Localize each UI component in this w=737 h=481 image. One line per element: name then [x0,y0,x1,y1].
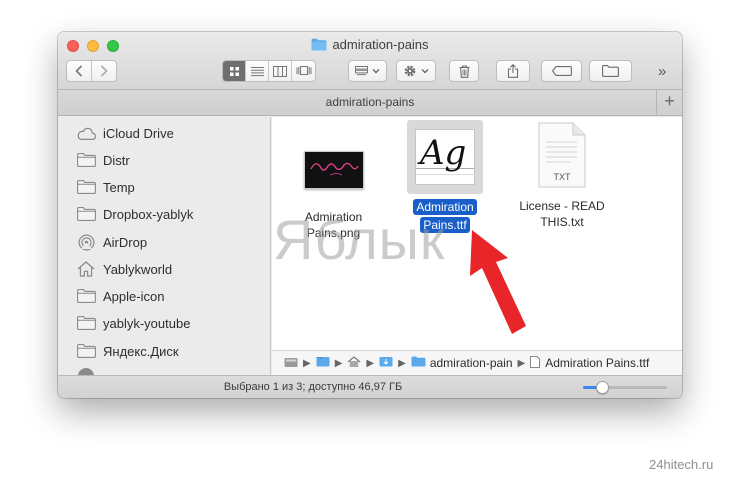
chevron-right-icon [100,65,108,77]
list-view-button[interactable] [246,61,269,81]
gear-icon [404,65,416,77]
arrange-button[interactable] [348,60,387,82]
nav-buttons [66,60,117,82]
folder-icon [76,178,96,196]
arrange-icon [355,66,368,76]
tags-button[interactable] [541,60,582,82]
sidebar-item-label: Temp [103,179,135,195]
sidebar-item-yablykworld[interactable]: Yablykworld [76,258,172,280]
delete-button[interactable] [449,60,479,82]
airdrop-icon [76,233,96,251]
action-button[interactable] [396,60,436,82]
chevron-down-icon [421,69,429,74]
red-arrow-annotation [470,230,526,334]
folder-outline-icon [602,65,619,77]
sidebar-item-label: iCloud Drive [103,125,174,141]
sidebar-item-label: Distr [103,152,130,168]
sidebar-item-label: Yablykworld [103,261,173,277]
font-preview-card: Ag [415,129,475,185]
new-folder-button[interactable] [589,60,632,82]
path-file-label[interactable]: Admiration Pains.ttf [545,356,649,370]
sidebar-partial-item-icon [78,368,94,375]
home-icon[interactable] [347,355,361,371]
coverflow-view-button[interactable] [292,61,315,81]
coverflow-icon [296,65,311,75]
grid-icon [229,66,239,76]
png-thumbnail [303,151,364,189]
sidebar-item-label: Яндекс.Диск [103,343,179,359]
sidebar-item-temp[interactable]: Temp [76,176,135,198]
file-icon [530,355,541,371]
font-thumbnail: Ag [407,120,483,194]
file-type-label: TXT [553,172,571,182]
chevron-down-icon [372,69,380,74]
title-bar: admiration-pains » [58,32,682,90]
chevron-left-icon [75,65,82,77]
window-title: admiration-pains [58,37,682,54]
list-icon [250,66,264,76]
folder-icon [76,342,96,360]
sidebar-item-label: AirDrop [103,234,148,250]
folder-icon [76,287,96,305]
folder-icon [76,314,96,332]
view-mode-control [222,60,316,82]
folder-icon [76,151,96,169]
sidebar-item-airdrop[interactable]: AirDrop [76,231,147,253]
sidebar-item-icloud-drive[interactable]: iCloud Drive [76,122,174,144]
column-view-button[interactable] [269,61,292,81]
sidebar-item-label: Dropbox-yablyk [103,206,194,222]
toolbar-overflow-button[interactable]: » [658,63,666,80]
watermark: Яблык [273,208,446,271]
font-sample-text: Ag [420,133,467,173]
sidebar-item-dropbox-yablyk[interactable]: Dropbox-yablyk [76,203,193,225]
sidebar-item-distr[interactable]: Distr [76,149,130,171]
share-icon [507,64,519,78]
path-folder-label[interactable]: admiration-pain [430,356,513,370]
file-name: License - READ THIS.txt [519,199,605,229]
forward-button[interactable] [92,61,116,81]
tab-title[interactable]: admiration-pains [326,95,415,109]
sidebar: iCloud Drive Distr Temp Dropbox-yablyk A… [58,117,271,375]
downloads-folder-icon[interactable] [379,356,393,370]
window-title-text: admiration-pains [332,37,429,52]
home-icon [76,260,96,278]
folder-icon [411,356,426,370]
user-folder-icon[interactable] [316,356,330,370]
tab-bar: admiration-pains + [58,90,682,116]
site-credit: 24hitech.ru [649,457,714,472]
sidebar-item-yablyk-youtube[interactable]: yablyk-youtube [76,312,190,334]
columns-icon [273,65,287,77]
sidebar-item-label: Apple-icon [103,288,165,304]
file-item[interactable]: TXT License - READ THIS.txt [507,122,617,230]
trash-icon [459,64,469,78]
path-bar: ▶ ▶ ▶ ▶ admiration-pain ▶ Admiration Pai… [272,350,682,375]
sidebar-item-yandex-disk[interactable]: Яндекс.Диск [76,340,179,362]
folder-icon [311,38,327,54]
status-text: Выбрано 1 из 3; доступно 46,97 ГБ [223,381,403,393]
text-document-icon: TXT [537,122,587,188]
new-tab-button[interactable]: + [656,90,682,115]
hard-drive-icon[interactable] [284,356,298,371]
cloud-icon [76,124,96,142]
sidebar-item-apple-icon[interactable]: Apple-icon [76,285,164,307]
sidebar-item-label: yablyk-youtube [103,315,191,331]
icon-size-slider[interactable] [583,381,667,394]
icon-view-button[interactable] [223,61,246,81]
share-button[interactable] [496,60,530,82]
slider-knob[interactable] [595,381,609,394]
status-bar: Выбрано 1 из 3; доступно 46,97 ГБ [58,375,682,398]
tag-icon [551,66,572,76]
back-button[interactable] [67,61,92,81]
folder-icon [76,205,96,223]
